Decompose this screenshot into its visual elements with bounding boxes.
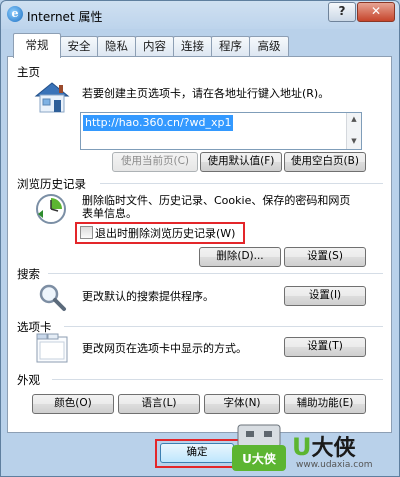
tabs-divider (64, 326, 383, 327)
homepage-url-value: http://hao.360.cn/?wd_xp1 (83, 115, 234, 131)
delete-history-on-exit-checkbox[interactable] (80, 226, 93, 239)
close-button[interactable]: ✕ (357, 2, 395, 22)
url-scrollbar[interactable]: ▲ ▼ (346, 113, 361, 149)
internet-explorer-icon: e (7, 6, 23, 22)
tab-advanced[interactable]: 高级 (249, 36, 289, 57)
search-settings-button[interactable]: 设置(I) (284, 286, 366, 306)
house-icon (32, 80, 72, 114)
history-description-line1: 删除临时文件、历史记录、Cookie、保存的密码和网页 (82, 194, 351, 207)
tab-content[interactable]: 内容 (135, 36, 174, 57)
udaxia-brand-u: U (292, 433, 312, 461)
tab-security[interactable]: 安全 (60, 36, 98, 57)
delete-history-button[interactable]: 删除(D)... (199, 247, 281, 267)
tabs-settings-button[interactable]: 设置(T) (284, 337, 366, 357)
udaxia-usb-logo: U大侠 (232, 423, 286, 473)
search-section-label: 搜索 (17, 267, 40, 281)
search-divider (48, 273, 383, 274)
scroll-up-icon[interactable]: ▲ (347, 113, 361, 125)
help-button[interactable]: ? (328, 2, 356, 22)
scroll-down-icon[interactable]: ▼ (347, 135, 361, 147)
delete-history-on-exit-label[interactable]: 退出时删除浏览历史记录(W) (95, 225, 235, 241)
magnifier-icon (37, 282, 67, 312)
use-current-page-button[interactable]: 使用当前页(C) (112, 152, 198, 172)
history-settings-button[interactable]: 设置(S) (284, 247, 366, 267)
appearance-section-label: 外观 (17, 373, 40, 387)
window-title: Internet 属性 (27, 10, 103, 24)
history-description-line2: 表单信息。 (82, 207, 137, 220)
homepage-url-textarea[interactable]: http://hao.360.cn/?wd_xp1 ▲ ▼ (80, 112, 362, 150)
history-section-label: 浏览历史记录 (17, 177, 86, 191)
history-clock-icon (34, 192, 68, 226)
history-divider (100, 183, 383, 184)
udaxia-brand-text: 大侠 (311, 436, 356, 461)
tab-programs[interactable]: 程序 (211, 36, 250, 57)
use-default-button[interactable]: 使用默认值(F) (200, 152, 282, 172)
ok-button[interactable]: 确定 (160, 443, 234, 463)
udaxia-brand: U大侠 (292, 430, 356, 462)
tab-connections[interactable]: 连接 (173, 36, 212, 57)
search-description: 更改默认的搜索提供程序。 (82, 290, 214, 303)
fonts-button[interactable]: 字体(N) (204, 394, 280, 414)
languages-button[interactable]: 语言(L) (118, 394, 200, 414)
homepage-section-label: 主页 (17, 65, 40, 79)
udaxia-badge-text: U大侠 (242, 452, 276, 466)
tab-general[interactable]: 常规 (13, 33, 61, 58)
history-description: 删除临时文件、历史记录、Cookie、保存的密码和网页 表单信息。 (82, 194, 378, 220)
appearance-divider (52, 379, 383, 380)
udaxia-url: www.udaxia.com (296, 460, 373, 470)
accessibility-button[interactable]: 辅助功能(E) (284, 394, 366, 414)
tab-privacy[interactable]: 隐私 (97, 36, 136, 57)
tabs-description: 更改网页在选项卡中显示的方式。 (82, 342, 247, 355)
colors-button[interactable]: 颜色(O) (32, 394, 114, 414)
tabbed-window-icon (36, 333, 68, 363)
use-blank-button[interactable]: 使用空白页(B) (284, 152, 366, 172)
homepage-description: 若要创建主页选项卡，请在各地址行键入地址(R)。 (82, 87, 330, 100)
